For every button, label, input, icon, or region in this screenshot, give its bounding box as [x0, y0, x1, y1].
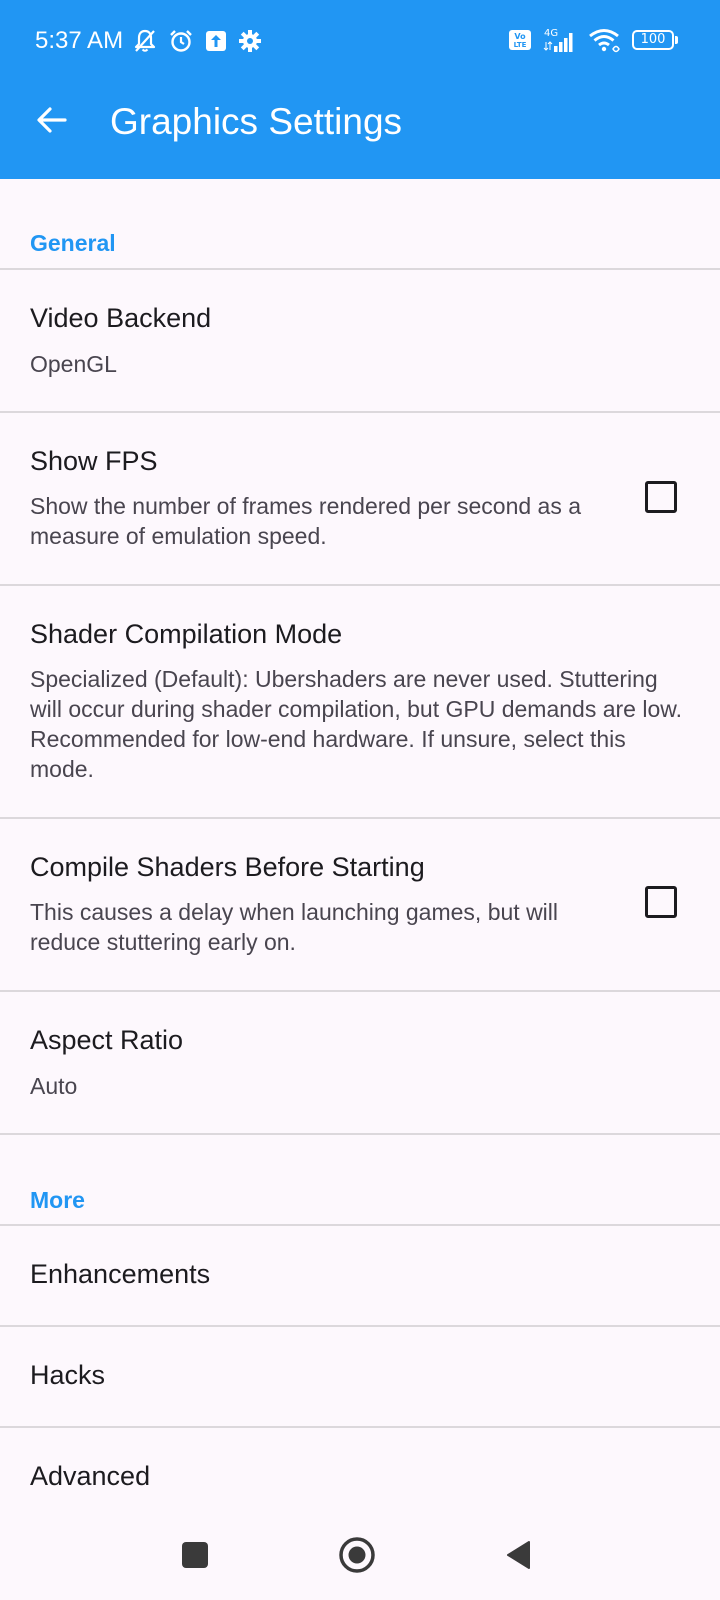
- status-right-icons: Vo LTE 4G 100: [508, 25, 678, 55]
- setting-summary: Auto: [30, 1073, 78, 1099]
- home-circle-icon: [339, 1537, 375, 1573]
- navigation-bar: [0, 1510, 720, 1600]
- svg-text:LTE: LTE: [514, 41, 527, 49]
- setting-title: Advanced: [30, 1461, 151, 1491]
- setting-summary: This causes a delay when launching games…: [30, 899, 559, 955]
- setting-summary: Show the number of frames rendered per s…: [30, 493, 582, 549]
- setting-compile-shaders-before-starting[interactable]: Compile Shaders Before Starting This cau…: [0, 819, 720, 991]
- section-header-more: More: [30, 1187, 85, 1213]
- status-bar: 5:37 AM Vo LTE 4G 100: [0, 0, 720, 84]
- setting-hacks[interactable]: Hacks: [0, 1327, 720, 1427]
- upload-icon: [204, 29, 228, 53]
- divider: [0, 1133, 720, 1135]
- setting-title: Video Backend: [30, 303, 212, 333]
- app-bar: 5:37 AM Vo LTE 4G 100 Graphics Settings: [0, 0, 720, 179]
- section-header-general: General: [30, 230, 116, 256]
- setting-title: Show FPS: [30, 446, 158, 476]
- compile-shaders-checkbox[interactable]: [645, 886, 677, 918]
- setting-video-backend[interactable]: Video Backend OpenGL: [0, 270, 720, 412]
- setting-title: Hacks: [30, 1360, 106, 1390]
- volte-icon: Vo LTE: [508, 28, 532, 52]
- setting-shader-compilation-mode[interactable]: Shader Compilation Mode Specialized (Def…: [0, 586, 720, 818]
- setting-title: Shader Compilation Mode: [30, 619, 343, 649]
- setting-enhancements[interactable]: Enhancements: [0, 1226, 720, 1326]
- recents-button[interactable]: [172, 1532, 218, 1578]
- setting-summary: OpenGL: [30, 351, 117, 377]
- back-button[interactable]: [28, 96, 76, 144]
- settings-gear-icon: [238, 29, 262, 53]
- cellular-signal-icon: 4G: [542, 26, 578, 54]
- setting-title: Aspect Ratio: [30, 1025, 184, 1055]
- recents-square-icon: [182, 1542, 208, 1568]
- back-nav-button[interactable]: [496, 1532, 542, 1578]
- setting-summary: Specialized (Default): Ubershaders are n…: [30, 666, 682, 782]
- setting-advanced[interactable]: Advanced: [0, 1428, 720, 1510]
- back-triangle-icon: [507, 1541, 530, 1569]
- battery-icon: 100: [632, 30, 678, 50]
- home-button[interactable]: [334, 1532, 380, 1578]
- page-title: Graphics Settings: [110, 101, 403, 142]
- arrow-back-icon: [37, 107, 67, 133]
- show-fps-checkbox[interactable]: [645, 481, 677, 513]
- setting-aspect-ratio[interactable]: Aspect Ratio Auto: [0, 992, 720, 1134]
- setting-title: Compile Shaders Before Starting: [30, 852, 425, 882]
- setting-title: Enhancements: [30, 1259, 211, 1289]
- status-time: 5:37 AM: [35, 27, 124, 54]
- network-type-label: 4G: [544, 28, 558, 39]
- svg-text:Vo: Vo: [514, 32, 526, 41]
- wifi-icon: [588, 26, 622, 54]
- status-left-icons: [132, 26, 262, 56]
- battery-level: 100: [632, 30, 674, 50]
- alarm-icon: [168, 28, 194, 54]
- setting-show-fps[interactable]: Show FPS Show the number of frames rende…: [0, 413, 720, 585]
- bell-off-icon: [132, 28, 158, 54]
